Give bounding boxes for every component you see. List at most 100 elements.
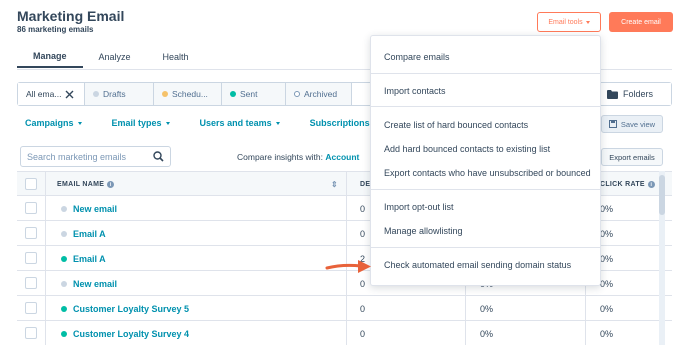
email-name: New email (73, 203, 118, 214)
filter-bar: Campaigns Email types Users and teams Su… (25, 118, 378, 128)
click-rate-cell: 0% (600, 228, 614, 239)
column-label: CLICK RATE (600, 181, 645, 188)
status-dot (61, 230, 67, 237)
folders-label: Folders (622, 89, 653, 99)
status-dot (294, 91, 300, 97)
status-dot (61, 205, 67, 212)
delivered-cell: 0 (360, 303, 366, 314)
row-checkbox[interactable] (25, 227, 37, 239)
save-view-button[interactable]: Save view (601, 115, 663, 133)
create-email-button[interactable]: Create email (609, 12, 673, 32)
export-emails-button[interactable]: Export emails (601, 148, 663, 166)
menu-divider (371, 247, 600, 248)
filter-email-types[interactable]: Email types (112, 118, 170, 128)
row-checkbox[interactable] (25, 202, 37, 214)
info-icon: i (107, 181, 115, 188)
email-name: New email (73, 278, 118, 289)
status-dot (162, 91, 168, 97)
page-title: Marketing Email (17, 8, 125, 24)
email-tools-button[interactable]: Email tools (537, 12, 601, 32)
filter-subscriptions[interactable]: Subscriptions (310, 118, 378, 128)
email-name-cell[interactable]: New email (61, 196, 117, 221)
menu-item-compare-emails[interactable]: Compare emails (384, 52, 450, 62)
filter-users-teams[interactable]: Users and teams (200, 118, 280, 128)
menu-item-create-bounced-list[interactable]: Create list of hard bounced contacts (384, 120, 528, 130)
menu-item-import-opt-out[interactable]: Import opt-out list (384, 202, 454, 212)
menu-divider (371, 189, 600, 190)
status-dot (93, 91, 99, 97)
close-icon[interactable] (65, 90, 74, 99)
compare-insights: Compare insights with: Account (237, 152, 359, 162)
email-name-cell[interactable]: Email A (61, 221, 106, 246)
compare-select[interactable]: Account (325, 152, 359, 162)
click-rate-cell: 0% (600, 278, 614, 289)
filter-label: Campaigns (25, 118, 74, 128)
open-rate-cell: 0% (480, 303, 494, 314)
table-scrollbar[interactable] (659, 171, 665, 345)
filter-campaigns[interactable]: Campaigns (25, 118, 82, 128)
email-name: Customer Loyalty Survey 5 (73, 303, 190, 314)
view-scheduled[interactable]: Schedu... (154, 83, 222, 105)
info-icon: i (647, 181, 655, 188)
tab-analyze[interactable]: Analyze (83, 46, 147, 68)
chevron-down-icon (165, 121, 170, 125)
delivered-cell: 0 (360, 203, 366, 214)
sort-icon[interactable]: ⇕ (331, 172, 338, 197)
view-drafts[interactable]: Drafts (85, 83, 154, 105)
view-all-emails[interactable]: All ema... (18, 83, 85, 105)
click-rate-cell: 0% (600, 303, 614, 314)
menu-divider (371, 73, 600, 74)
chevron-down-icon (585, 20, 590, 24)
menu-item-export-unsubscribed[interactable]: Export contacts who have unsubscribed or… (384, 168, 591, 178)
filter-label: Users and teams (199, 118, 272, 128)
email-name-cell[interactable]: Customer Loyalty Survey 5 (61, 296, 189, 321)
view-archived[interactable]: Archived (286, 83, 352, 105)
status-dot (61, 255, 67, 262)
email-name: Email A (73, 253, 106, 264)
column-delivered[interactable]: DE (360, 172, 370, 197)
status-dot (230, 91, 236, 97)
folders-button[interactable]: Folders (593, 83, 671, 105)
menu-item-import-contacts[interactable]: Import contacts (384, 86, 446, 96)
status-dot (61, 330, 67, 337)
filter-label: Subscriptions (309, 118, 370, 128)
row-checkbox[interactable] (25, 327, 37, 339)
search-input[interactable]: Search marketing emails (20, 146, 171, 167)
table-row[interactable]: Customer Loyalty Survey 5 0 0% 0% (17, 296, 672, 321)
email-count: 86 marketing emails (17, 25, 94, 34)
view-label: Drafts (103, 89, 126, 99)
click-rate-cell: 0% (600, 328, 614, 339)
scroll-thumb[interactable] (659, 175, 665, 215)
menu-item-add-bounced-to-list[interactable]: Add hard bounced contacts to existing li… (384, 144, 550, 154)
email-name-cell[interactable]: New email (61, 271, 117, 296)
chevron-down-icon (275, 121, 280, 125)
row-checkbox[interactable] (25, 252, 37, 264)
delivered-cell: 0 (360, 328, 366, 339)
table-row[interactable]: Customer Loyalty Survey 4 0 0% 0% (17, 321, 672, 345)
email-name-cell[interactable]: Customer Loyalty Survey 4 (61, 321, 189, 345)
tab-manage[interactable]: Manage (17, 46, 83, 68)
view-label: Schedu... (172, 89, 208, 99)
view-sent[interactable]: Sent (222, 83, 286, 105)
column-click-rate[interactable]: CLICK RATE i (600, 172, 655, 197)
row-checkbox[interactable] (25, 302, 37, 314)
search-icon (153, 151, 164, 162)
click-rate-cell: 0% (600, 203, 614, 214)
compare-label: Compare insights with: (237, 152, 323, 162)
column-divider (45, 171, 46, 345)
select-all-checkbox[interactable] (25, 178, 37, 190)
column-label: EMAIL NAME (57, 181, 105, 188)
menu-item-check-sending-domain[interactable]: Check automated email sending domain sta… (384, 260, 571, 270)
status-dot (61, 280, 67, 287)
tab-health[interactable]: Health (147, 46, 205, 68)
search-placeholder: Search marketing emails (27, 151, 127, 162)
row-checkbox[interactable] (25, 277, 37, 289)
menu-item-manage-allowlisting[interactable]: Manage allowlisting (384, 226, 463, 236)
column-email-name[interactable]: EMAIL NAME i (57, 172, 115, 197)
callout-arrow-icon (325, 260, 371, 273)
view-label: Archived (304, 89, 338, 99)
email-tools-label: Email tools (548, 18, 583, 26)
email-name-cell[interactable]: Email A (61, 246, 106, 271)
status-dot (61, 305, 67, 312)
email-tools-menu: Compare emails Import contacts Create li… (370, 35, 601, 286)
